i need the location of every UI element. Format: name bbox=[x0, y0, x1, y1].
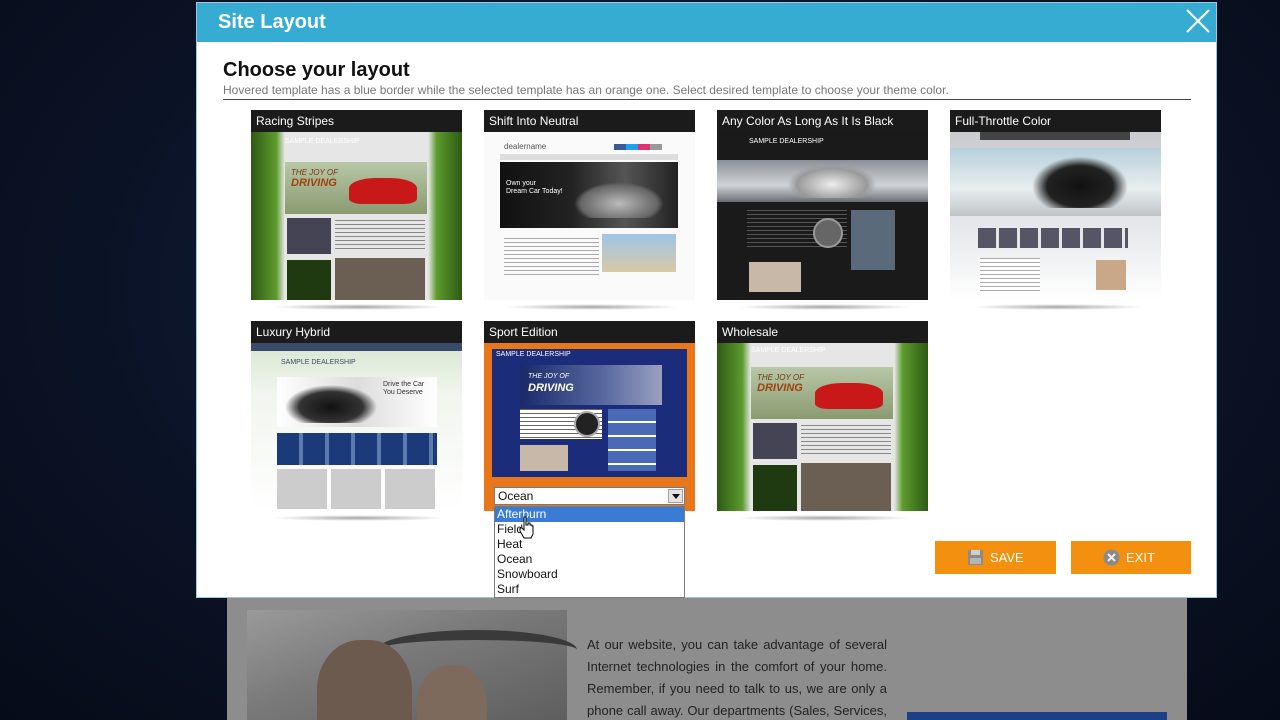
template-thumbnail: SAMPLE DEALERSHIP THE JOY OF DRIVING bbox=[251, 132, 462, 300]
thumbnail-lux-text: Drive the Car bbox=[383, 381, 425, 388]
template-racing-stripes[interactable]: Racing Stripes SAMPLE DEALERSHIP THE JOY… bbox=[251, 110, 462, 310]
thumbnail-driving-text: DRIVING bbox=[528, 382, 574, 394]
thumbnail-dream-text: Dream Car Today! bbox=[506, 188, 563, 195]
background-car-shape bbox=[377, 630, 577, 670]
hand-cursor-icon bbox=[519, 516, 534, 539]
exit-icon bbox=[1103, 549, 1120, 566]
template-thumbnail: SAMPLE DEALERSHIP Drive the Car You Dese… bbox=[251, 343, 462, 511]
template-full-throttle-color[interactable]: Full-Throttle Color bbox=[950, 110, 1161, 310]
background-text: At our website, you can take advantage o… bbox=[587, 637, 887, 718]
template-label: Shift Into Neutral bbox=[484, 110, 695, 132]
exit-label: EXIT bbox=[1126, 550, 1155, 565]
thumbnail-lux-text-2: You Deserve bbox=[383, 389, 423, 396]
save-icon bbox=[968, 550, 983, 565]
thumbnail-dealership-text: SAMPLE DEALERSHIP bbox=[751, 347, 826, 354]
template-luxury-hybrid[interactable]: Luxury Hybrid SAMPLE DEALERSHIP Drive th… bbox=[251, 321, 462, 521]
close-icon bbox=[1186, 9, 1210, 33]
modal-title: Site Layout bbox=[218, 11, 326, 33]
heading-divider bbox=[223, 99, 1191, 100]
save-label: SAVE bbox=[990, 550, 1024, 565]
site-layout-modal: Site Layout Choose your layout Hovered t… bbox=[196, 2, 1217, 598]
close-button[interactable] bbox=[1184, 7, 1212, 35]
exit-button[interactable]: EXIT bbox=[1071, 541, 1191, 574]
template-label: Luxury Hybrid bbox=[251, 321, 462, 343]
thumbnail-driving-text: DRIVING bbox=[757, 382, 803, 394]
background-person bbox=[417, 665, 487, 720]
thumbnail-dealership-text: SAMPLE DEALERSHIP bbox=[281, 359, 356, 366]
template-thumbnail: dealername Own your Dream Car Today! bbox=[484, 132, 695, 300]
page-heading: Choose your layout bbox=[223, 59, 410, 81]
template-label: Any Color As Long As It Is Black bbox=[717, 110, 928, 132]
thumbnail-own-text: Own your bbox=[506, 180, 536, 187]
thumbnail-joy-text: THE JOY OF bbox=[528, 373, 570, 380]
template-thumbnail: SAMPLE DEALERSHIP THE JOY OF DRIVING bbox=[717, 343, 928, 511]
thumbnail-dealership-text: SAMPLE DEALERSHIP bbox=[749, 138, 824, 145]
background-person bbox=[317, 640, 412, 720]
theme-option-heat[interactable]: Heat bbox=[495, 537, 684, 552]
theme-option-snowboard[interactable]: Snowboard bbox=[495, 567, 684, 582]
template-label: Wholesale bbox=[717, 321, 928, 343]
template-sport-edition[interactable]: Sport Edition SAMPLE DEALERSHIP THE JOY … bbox=[484, 321, 695, 521]
background-photo bbox=[247, 610, 577, 720]
template-thumbnail-selected: SAMPLE DEALERSHIP THE JOY OF DRIVING bbox=[484, 343, 695, 511]
chevron-down-icon[interactable] bbox=[668, 489, 683, 503]
template-wholesale[interactable]: Wholesale SAMPLE DEALERSHIP THE JOY OF D… bbox=[717, 321, 928, 521]
save-button[interactable]: SAVE bbox=[935, 541, 1056, 574]
thumbnail-dealership-text: SAMPLE DEALERSHIP bbox=[496, 351, 571, 358]
theme-color-select[interactable]: Ocean bbox=[494, 487, 685, 505]
template-any-color-black[interactable]: Any Color As Long As It Is Black SAMPLE … bbox=[717, 110, 928, 310]
template-thumbnail: SAMPLE DEALERSHIP bbox=[717, 132, 928, 300]
theme-color-value: Ocean bbox=[498, 489, 534, 503]
theme-option-surf[interactable]: Surf bbox=[495, 582, 684, 597]
modal-header: Site Layout bbox=[197, 3, 1216, 42]
theme-option-ocean[interactable]: Ocean bbox=[495, 552, 684, 567]
background-bar bbox=[907, 712, 1167, 720]
background-page: At our website, you can take advantage o… bbox=[227, 590, 1187, 720]
template-shift-into-neutral[interactable]: Shift Into Neutral dealername Own your D… bbox=[484, 110, 695, 310]
thumbnail-joy-text: THE JOY OF bbox=[757, 373, 804, 382]
thumbnail-dealership-text: SAMPLE DEALERSHIP bbox=[285, 138, 360, 145]
thumbnail-driving-text: DRIVING bbox=[291, 177, 337, 189]
template-thumbnail bbox=[950, 132, 1161, 300]
template-label: Racing Stripes bbox=[251, 110, 462, 132]
thumbnail-dealer-text: dealername bbox=[504, 142, 547, 151]
page-subheading: Hovered template has a blue border while… bbox=[223, 83, 949, 97]
template-label: Sport Edition bbox=[484, 321, 695, 343]
thumbnail-joy-text: THE JOY OF bbox=[291, 168, 338, 177]
template-label: Full-Throttle Color bbox=[950, 110, 1161, 132]
